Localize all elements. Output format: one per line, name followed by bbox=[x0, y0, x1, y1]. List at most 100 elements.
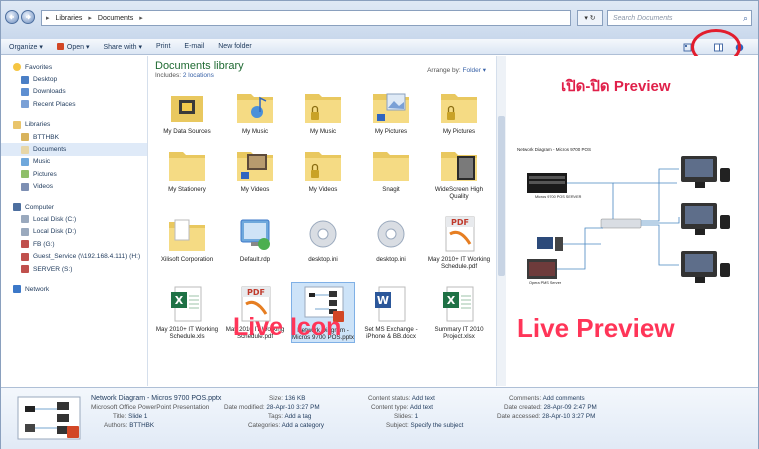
open-button[interactable]: Open ▾ bbox=[56, 43, 89, 51]
detail-value[interactable]: Add a tag bbox=[284, 413, 311, 420]
file-name-label: My Videos bbox=[240, 186, 270, 193]
file-tile[interactable]: My Videos bbox=[223, 142, 287, 193]
star-icon bbox=[13, 63, 21, 72]
refresh-button[interactable]: ▾ ↻ bbox=[577, 10, 603, 26]
file-name-label: Snagit bbox=[382, 186, 400, 193]
detail-title: Title: Slide 1 bbox=[113, 413, 147, 420]
new-folder-button[interactable]: New folder bbox=[218, 43, 251, 50]
file-tile[interactable]: My Pictures bbox=[359, 84, 423, 135]
file-name-label: My Data Sources bbox=[163, 128, 211, 135]
live-icon-annotation: Live Icon bbox=[233, 313, 342, 341]
forward-arrow-icon bbox=[26, 14, 31, 20]
nav-item-downloads[interactable]: Downloads bbox=[1, 86, 147, 98]
file-tile[interactable]: Snagit bbox=[359, 142, 423, 193]
address-bar-area: ▸ Libraries ▸ Documents ▸ ▾ ↻ Search Doc… bbox=[1, 1, 758, 39]
file-tile[interactable]: X May 2010+ IT Working Schedule.xls bbox=[155, 282, 219, 341]
nav-label: BTTHBK bbox=[33, 133, 60, 141]
file-tile[interactable]: desktop.ini bbox=[291, 212, 355, 263]
detail-key: Authors: bbox=[104, 422, 128, 429]
file-name-label: Set MS Exchange - iPhone & BB.docx bbox=[364, 326, 418, 341]
nav-item-server-s[interactable]: SERVER (S:) bbox=[1, 263, 147, 275]
navigation-pane: Favorites Desktop Downloads Recent Place… bbox=[1, 56, 148, 386]
file-tile[interactable]: My Videos bbox=[291, 142, 355, 193]
breadcrumb-documents[interactable]: Documents bbox=[98, 15, 133, 22]
file-tile[interactable]: desktop.ini bbox=[359, 212, 423, 263]
detail-value[interactable]: BTTHBK bbox=[129, 422, 154, 429]
nav-label: FB (G:) bbox=[33, 240, 55, 248]
organize-button[interactable]: Organize ▾ bbox=[9, 43, 43, 51]
locations-link[interactable]: 2 locations bbox=[183, 72, 214, 79]
detail-file-type: Microsoft Office PowerPoint Presentation bbox=[91, 404, 210, 411]
nav-favorites[interactable]: Favorites bbox=[1, 61, 147, 73]
nav-label: Computer bbox=[25, 203, 54, 211]
file-tile[interactable]: My Stationery bbox=[155, 142, 219, 193]
file-tile[interactable]: Xilisoft Corporation bbox=[155, 212, 219, 263]
scrollbar[interactable] bbox=[496, 56, 506, 386]
nav-label: Music bbox=[33, 158, 51, 166]
file-name-label: May 2010+ IT Working Schedule.pdf bbox=[427, 256, 491, 271]
detail-size: Size: 136 KB bbox=[269, 395, 305, 402]
detail-key: Title: bbox=[113, 413, 127, 420]
nav-label: Favorites bbox=[25, 63, 53, 71]
file-thumbnail-icon bbox=[17, 396, 81, 440]
nav-item-music[interactable]: Music bbox=[1, 156, 147, 168]
back-button[interactable] bbox=[5, 10, 19, 24]
includes-label: Includes: bbox=[155, 72, 183, 79]
detail-value: 1 bbox=[414, 413, 419, 420]
network-drive-icon bbox=[21, 252, 29, 261]
pdf-file-icon: PDF bbox=[427, 212, 491, 254]
detail-value[interactable]: Slide 1 bbox=[128, 413, 147, 420]
arrange-by-dropdown[interactable]: Folder ▾ bbox=[463, 67, 487, 74]
file-tile[interactable]: My Music bbox=[223, 84, 287, 135]
detail-value[interactable]: Add text bbox=[412, 395, 435, 402]
file-tile[interactable]: X Summary IT 2010 Project.xlsx bbox=[427, 282, 491, 341]
excel-file-icon: X bbox=[155, 282, 219, 324]
file-tile[interactable]: My Data Sources bbox=[155, 84, 219, 135]
file-name-label: desktop.ini bbox=[308, 256, 338, 263]
email-button[interactable]: E-mail bbox=[184, 43, 204, 50]
detail-value[interactable]: Add comments bbox=[543, 395, 585, 402]
nav-item-local-disk-c[interactable]: Local Disk (C:) bbox=[1, 213, 147, 225]
nav-label: SERVER (S:) bbox=[33, 265, 73, 273]
nav-item-desktop[interactable]: Desktop bbox=[1, 73, 147, 85]
nav-item-guest-service-h[interactable]: Guest_Service (\\192.168.4.111) (H:) bbox=[1, 250, 147, 262]
file-tile[interactable]: Default.rdp bbox=[223, 212, 287, 263]
file-tile[interactable]: WideScreen High Quality bbox=[427, 142, 491, 201]
print-button[interactable]: Print bbox=[156, 43, 170, 50]
scrollbar-thumb[interactable] bbox=[498, 116, 505, 276]
word-file-icon: W bbox=[359, 282, 423, 324]
file-tile[interactable]: My Pictures bbox=[427, 84, 491, 135]
file-name-label: May 2010+ IT Working Schedule.xls bbox=[155, 326, 219, 341]
share-with-button[interactable]: Share with ▾ bbox=[103, 43, 142, 51]
file-tile[interactable]: PDF May 2010+ IT Working Schedule.pdf bbox=[427, 212, 491, 271]
search-input[interactable]: Search Documents ⌕ bbox=[607, 10, 752, 26]
breadcrumb[interactable]: ▸ Libraries ▸ Documents ▸ bbox=[41, 10, 571, 26]
nav-computer[interactable]: Computer bbox=[1, 201, 147, 213]
detail-value[interactable]: Add a category bbox=[282, 422, 324, 429]
file-tile[interactable]: My Music bbox=[291, 84, 355, 135]
breadcrumb-libraries[interactable]: Libraries bbox=[56, 15, 83, 22]
forward-button[interactable] bbox=[21, 10, 35, 24]
nav-item-btthbk[interactable]: BTTHBK bbox=[1, 131, 147, 143]
nav-item-videos[interactable]: Videos bbox=[1, 181, 147, 193]
file-tile[interactable]: W Set MS Exchange - iPhone & BB.docx bbox=[359, 282, 423, 341]
nav-item-local-disk-d[interactable]: Local Disk (D:) bbox=[1, 226, 147, 238]
back-arrow-icon bbox=[9, 14, 14, 20]
nav-item-recent-places[interactable]: Recent Places bbox=[1, 98, 147, 110]
folder-icon bbox=[155, 142, 219, 184]
nav-item-fb-g[interactable]: FB (G:) bbox=[1, 238, 147, 250]
detail-value[interactable]: Add text bbox=[410, 404, 433, 411]
opera-server-icon: Opera PMS Server bbox=[527, 259, 562, 285]
nav-label: Local Disk (C:) bbox=[33, 215, 77, 223]
nav-network[interactable]: Network bbox=[1, 283, 147, 295]
detail-value: 28-Apr-10 3:27 PM bbox=[542, 413, 596, 420]
nav-item-pictures[interactable]: Pictures bbox=[1, 168, 147, 180]
library-includes: Includes: 2 locations bbox=[155, 72, 214, 79]
nav-item-documents[interactable]: Documents bbox=[1, 143, 147, 156]
detail-value[interactable]: Specify the subject bbox=[411, 422, 464, 429]
nav-libraries[interactable]: Libraries bbox=[1, 119, 147, 131]
detail-key: Categories: bbox=[248, 422, 281, 429]
pictures-folder-icon bbox=[359, 84, 423, 126]
svg-text:X: X bbox=[447, 294, 456, 307]
